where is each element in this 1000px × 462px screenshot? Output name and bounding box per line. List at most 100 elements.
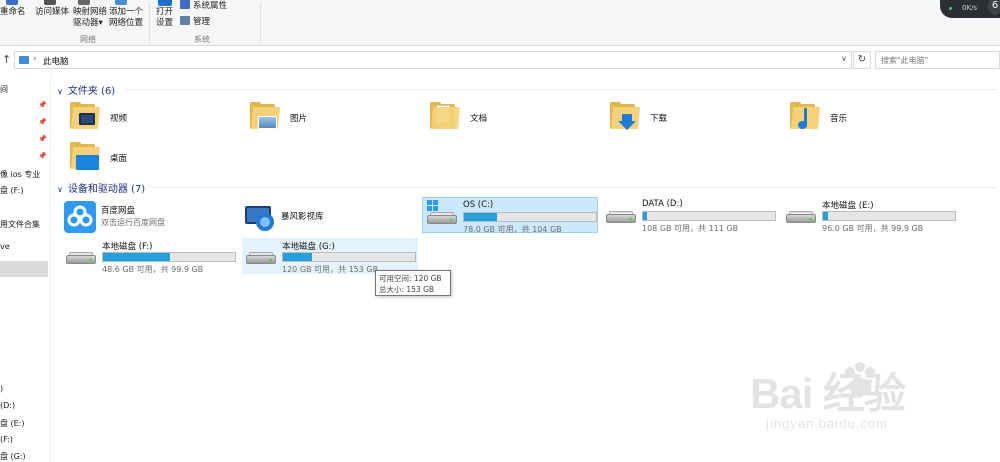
manage-icon <box>180 16 190 25</box>
map-drive-text: 驱动器 <box>73 18 99 28</box>
network-speed-widget: 0K/s 6 <box>940 0 1000 18</box>
nav-item[interactable]: 像 ios 专业 <box>0 169 40 180</box>
map-drive-icon <box>78 0 90 5</box>
system-properties-label: 系统属性 <box>193 1 228 11</box>
drive-name: 本地磁盘 (F:) <box>102 242 153 252</box>
folder-label: 视频 <box>110 114 128 124</box>
devices-section-header[interactable]: ∨ 设备和驱动器 (7) <box>57 180 145 195</box>
pin-icon[interactable]: 📌 <box>38 101 47 109</box>
nav-item[interactable]: ) <box>0 384 3 393</box>
search-input[interactable]: 搜索"此电脑" <box>875 51 1000 69</box>
open-settings-button[interactable]: 打开 设置 <box>156 7 173 29</box>
hard-drive-icon <box>66 252 96 264</box>
drive-usage-bar <box>282 252 416 262</box>
drive-item-f[interactable]: 本地磁盘 (F:) 48.6 GB 可用，共 99.9 GB <box>62 238 238 274</box>
baofeng-video-item[interactable]: 暴风影视库 <box>243 198 419 234</box>
drive-usage-bar <box>102 252 236 262</box>
add-location-icon <box>115 0 127 5</box>
folder-item-videos[interactable]: 视频 <box>70 100 250 136</box>
pin-icon[interactable]: 📌 <box>38 118 47 126</box>
folder-item-desktop[interactable]: 桌面 <box>70 140 250 176</box>
drive-name: 本地磁盘 (E:) <box>822 201 874 211</box>
drive-space-info: 78.0 GB 可用，共 104 GB <box>463 225 562 234</box>
nav-item[interactable]: (D:) <box>0 401 15 410</box>
nav-item[interactable]: ve <box>0 242 10 251</box>
manage-button[interactable]: 管理 <box>180 16 210 28</box>
drive-item-c[interactable]: OS (C:) 78.0 GB 可用，共 104 GB <box>422 197 598 234</box>
widget-badge[interactable]: 6 <box>988 0 1000 15</box>
system-properties-button[interactable]: 系统属性 <box>180 0 227 12</box>
network-speed-text: 0K/s <box>962 4 978 12</box>
folder-label: 下载 <box>650 114 668 124</box>
folders-section-title: 文件夹 (6) <box>67 86 116 97</box>
access-media-button[interactable]: 访问媒体 <box>35 7 69 18</box>
devices-section-title: 设备和驱动器 (7) <box>67 184 146 195</box>
downloads-folder-icon <box>610 102 640 130</box>
nav-item[interactable]: 盘 (F:) <box>0 185 23 196</box>
refresh-button[interactable]: ↻ <box>853 51 871 69</box>
rename-icon <box>6 0 18 5</box>
nav-item[interactable]: 间 <box>0 84 8 95</box>
folder-item-music[interactable]: 音乐 <box>790 100 970 136</box>
nav-item[interactable]: 盘 (E:) <box>0 418 25 429</box>
drive-usage-bar <box>642 211 776 221</box>
nav-item[interactable]: (F:) <box>0 435 13 444</box>
up-arrow-icon[interactable]: ↑ <box>2 53 11 66</box>
map-network-drive-button[interactable]: 映射网络 驱动器▾ <box>73 7 107 29</box>
folder-item-pictures[interactable]: 图片 <box>250 100 430 136</box>
search-placeholder: 搜索"此电脑" <box>881 56 929 65</box>
nav-divider <box>50 74 51 462</box>
tooltip-free-space: 可用空间: 120 GB <box>379 274 442 283</box>
navigation-pane: 间 📌 📌 📌 📌 像 ios 专业 盘 (F:) 用文件合集 ve ) (D:… <box>0 74 50 462</box>
drive-item-e[interactable]: 本地磁盘 (E:) 96.0 GB 可用，共 99.9 GB <box>782 197 958 233</box>
tooltip-total-size: 总大小: 153 GB <box>379 285 435 294</box>
folder-label: 音乐 <box>830 114 848 124</box>
collapse-chevron-icon[interactable]: ∨ <box>57 87 63 96</box>
baofeng-video-icon <box>245 206 274 231</box>
documents-folder-icon <box>430 102 460 130</box>
add-network-location-button[interactable]: 添加一个 网络位置 <box>109 7 143 29</box>
manage-label: 管理 <box>193 17 211 27</box>
open-settings-label-1: 打开 <box>156 7 174 17</box>
drive-item-d[interactable]: DATA (D:) 108 GB 可用，共 111 GB <box>602 197 778 233</box>
drive-name: DATA (D:) <box>642 199 683 209</box>
drive-usage-bar <box>463 212 597 222</box>
add-location-label-2: 网络位置 <box>109 18 144 28</box>
breadcrumb[interactable]: 此电脑 <box>43 55 69 67</box>
watermark-url: jingyan.baidu.com <box>766 416 888 431</box>
folder-item-downloads[interactable]: 下载 <box>610 100 790 136</box>
drive-usage-fill <box>103 253 171 261</box>
pin-icon[interactable]: 📌 <box>38 152 47 160</box>
hard-drive-icon <box>606 211 636 223</box>
system-properties-icon <box>180 0 190 9</box>
address-dropdown-icon[interactable]: ∨ <box>841 54 847 63</box>
pictures-folder-icon <box>250 102 280 130</box>
status-dot-icon <box>949 7 952 10</box>
nav-item[interactable]: 用文件合集 <box>0 219 40 230</box>
pin-icon[interactable]: 📌 <box>38 135 47 143</box>
breadcrumb-chevron-icon[interactable]: › <box>33 54 37 64</box>
folder-item-documents[interactable]: 文档 <box>430 100 610 136</box>
settings-icon <box>158 0 172 6</box>
desktop-folder-icon <box>70 142 100 170</box>
folders-section-header[interactable]: ∨ 文件夹 (6) <box>57 82 115 97</box>
section-divider <box>150 187 997 188</box>
hard-drive-icon <box>786 211 816 223</box>
collapse-chevron-icon[interactable]: ∨ <box>57 185 63 194</box>
drive-usage-fill <box>823 212 829 220</box>
group-separator <box>149 3 150 43</box>
open-settings-label-2: 设置 <box>156 18 174 28</box>
rename-button[interactable]: 重命名 <box>0 7 26 18</box>
videos-folder-icon <box>70 102 100 130</box>
group-separator <box>260 3 261 43</box>
drive-usage-bar <box>822 211 956 221</box>
drive-usage-fill <box>464 213 497 221</box>
address-bar[interactable]: › 此电脑 ∨ <box>14 51 852 69</box>
drive-item-g[interactable]: 本地磁盘 (G:) 120 GB 可用，共 153 GB <box>242 238 418 274</box>
baidu-netdisk-item[interactable]: 百度网盘 双击运行百度网盘 <box>63 198 239 234</box>
app-name: 暴风影视库 <box>281 212 324 222</box>
drive-tooltip: 可用空间: 120 GB 总大小: 153 GB <box>375 270 451 296</box>
nav-selected-item[interactable] <box>0 261 48 277</box>
nav-item[interactable]: 盘 (G:) <box>0 451 26 462</box>
paw-logo-icon <box>845 362 875 396</box>
